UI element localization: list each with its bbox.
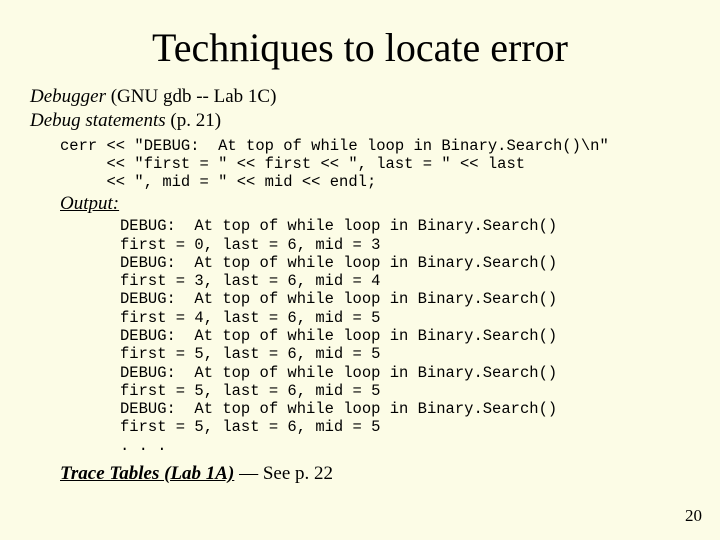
debugger-label: Debugger: [30, 86, 106, 107]
debugger-note: (GNU gdb -- Lab 1C): [106, 86, 276, 107]
page-number: 20: [685, 506, 702, 526]
debug-statements-label: Debug statements: [30, 110, 166, 131]
footer-line: Trace Tables (Lab 1A) — See p. 22: [60, 463, 690, 485]
debug-statements-note: (p. 21): [166, 110, 221, 131]
slide-title: Techniques to locate error: [30, 24, 690, 71]
footer-rest: — See p. 22: [234, 463, 333, 484]
slide: Techniques to locate error Debugger (GNU…: [0, 0, 720, 540]
code-block: cerr << "DEBUG: At top of while loop in …: [60, 137, 690, 192]
footer-strong: Trace Tables (Lab 1A): [60, 463, 234, 484]
output-block: DEBUG: At top of while loop in Binary.Se…: [120, 217, 690, 455]
debugger-line: Debugger (GNU gdb -- Lab 1C): [30, 85, 690, 109]
debug-statements-line: Debug statements (p. 21): [30, 109, 690, 133]
output-label: Output:: [60, 193, 690, 215]
